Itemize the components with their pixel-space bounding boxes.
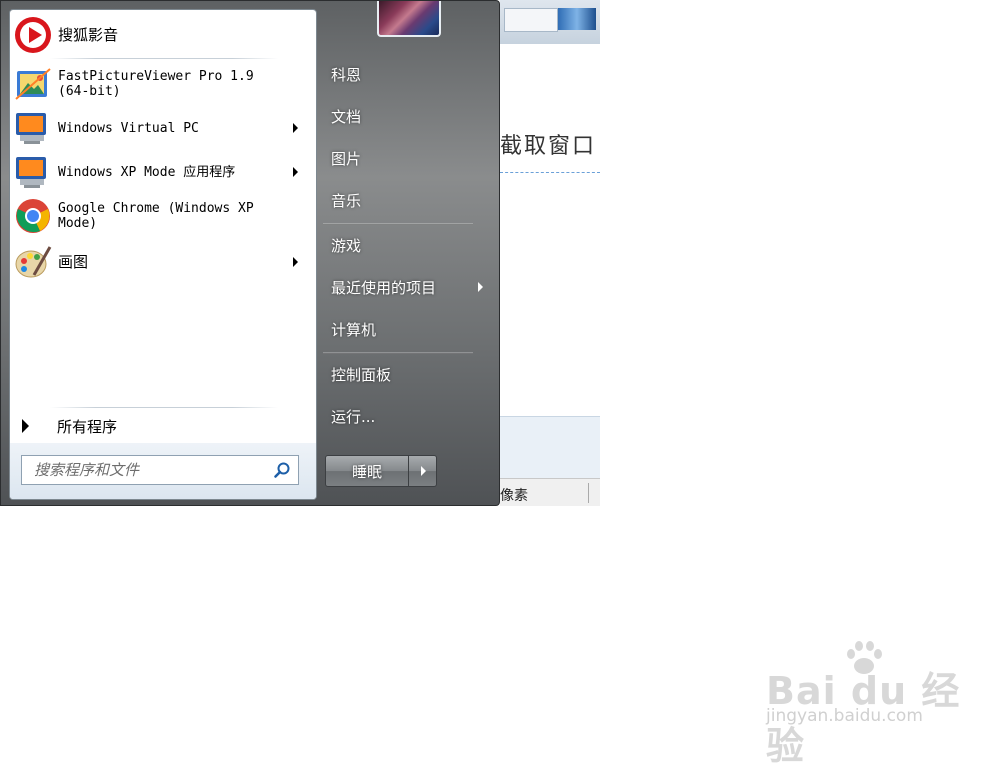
pinned-separator	[50, 58, 278, 59]
dashed-divider	[500, 172, 600, 173]
baidu-watermark: Bai du 经验 jingyan.baidu.com	[766, 640, 966, 768]
right-item-label: 科恩	[331, 65, 362, 84]
sleep-button[interactable]: 睡眠	[325, 455, 409, 487]
toolbar-thumbnail	[558, 8, 596, 30]
right-item-label: 文档	[331, 107, 362, 126]
program-label: FastPictureViewer Pro 1.9 (64-bit)	[58, 69, 254, 99]
right-item-label: 运行...	[331, 407, 376, 426]
submenu-arrow-icon	[478, 282, 483, 292]
right-separator	[323, 352, 473, 354]
right-item-label: 游戏	[331, 236, 362, 255]
right-item-games[interactable]: 游戏	[317, 228, 489, 262]
right-item-control-panel[interactable]: 控制面板	[317, 357, 489, 391]
right-item-documents[interactable]: 文档	[317, 99, 489, 133]
right-separator	[323, 223, 473, 225]
search-icon[interactable]	[274, 462, 290, 478]
start-menu: 搜狐影音 FastPictureViewer Pro 1.9 (64-bit)	[0, 0, 500, 506]
program-item-sohu-video[interactable]: 搜狐影音	[14, 15, 312, 55]
background-panel	[500, 416, 600, 479]
sohu-video-icon	[14, 16, 52, 54]
program-item-paint[interactable]: 画图	[14, 242, 312, 282]
right-item-music[interactable]: 音乐	[317, 183, 489, 217]
program-label: 搜狐影音	[58, 25, 119, 44]
right-item-label: 计算机	[331, 320, 377, 339]
submenu-arrow-icon	[293, 257, 298, 267]
all-programs-separator	[50, 407, 278, 408]
right-item-label: 控制面板	[331, 365, 392, 384]
xp-mode-icon	[14, 153, 52, 191]
right-item-run[interactable]: 运行...	[317, 399, 489, 433]
program-label: Google Chrome (Windows XP Mode)	[58, 201, 254, 231]
options-arrow-icon	[421, 466, 426, 476]
virtual-pc-icon	[14, 109, 52, 147]
shutdown-options-button[interactable]	[409, 455, 437, 487]
fastpictureviewer-icon	[14, 65, 52, 103]
watermark-url: jingyan.baidu.com	[766, 706, 923, 726]
submenu-arrow-icon	[293, 167, 298, 177]
status-bar: 像素	[500, 478, 600, 506]
right-item-recent-items[interactable]: 最近使用的项目	[317, 270, 489, 304]
background-window: 截取窗口 像素	[500, 0, 600, 506]
right-item-user-folder[interactable]: 科恩	[317, 57, 489, 91]
toolbar-slot	[504, 8, 558, 32]
submenu-arrow-icon	[293, 123, 298, 133]
program-item-google-chrome[interactable]: Google Chrome (Windows XP Mode)	[14, 196, 312, 236]
paint-icon	[14, 243, 52, 281]
program-item-fastpictureviewer[interactable]: FastPictureViewer Pro 1.9 (64-bit)	[14, 64, 312, 104]
all-programs-button[interactable]: 所有程序	[20, 414, 310, 438]
program-label: Windows XP Mode 应用程序	[58, 164, 236, 180]
search-input[interactable]	[22, 456, 274, 484]
user-picture[interactable]	[377, 1, 441, 37]
right-item-computer[interactable]: 计算机	[317, 312, 489, 346]
search-area	[10, 443, 316, 499]
status-separator	[588, 483, 589, 503]
program-label: Windows Virtual PC	[58, 120, 199, 136]
right-item-label: 音乐	[331, 191, 362, 210]
all-programs-label: 所有程序	[57, 417, 118, 436]
background-toolbar	[500, 0, 600, 44]
program-item-windows-xp-mode[interactable]: Windows XP Mode 应用程序	[14, 152, 312, 192]
status-text: 像素	[500, 488, 528, 504]
right-item-pictures[interactable]: 图片	[317, 141, 489, 175]
program-label: 画图	[58, 252, 89, 271]
program-item-windows-virtual-pc[interactable]: Windows Virtual PC	[14, 108, 312, 148]
programs-pane: 搜狐影音 FastPictureViewer Pro 1.9 (64-bit)	[9, 9, 317, 500]
right-item-label: 图片	[331, 149, 362, 168]
search-box[interactable]	[21, 455, 299, 485]
expand-arrow-icon	[22, 419, 29, 433]
chrome-icon	[14, 197, 52, 235]
shutdown-group: 睡眠	[325, 455, 437, 487]
right-item-label: 最近使用的项目	[331, 278, 437, 297]
background-heading: 截取窗口	[500, 134, 597, 159]
